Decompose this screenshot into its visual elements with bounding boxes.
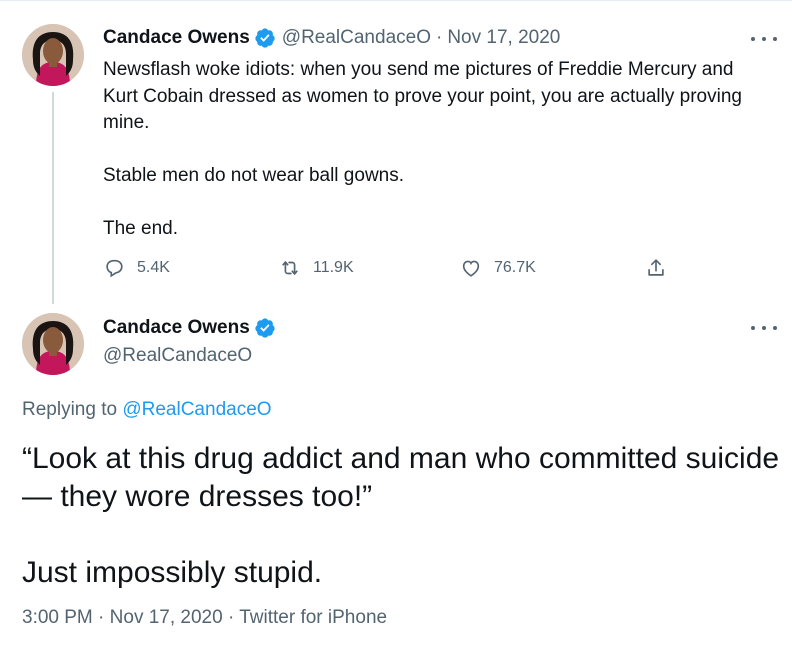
more-options-icon[interactable] <box>751 323 777 333</box>
separator-dot: · <box>98 607 105 628</box>
reply-button[interactable]: 5.4K <box>103 257 170 279</box>
avatar[interactable] <box>22 313 84 375</box>
share-button[interactable] <box>645 257 679 279</box>
tweet-date[interactable]: Nov 17, 2020 <box>447 27 560 49</box>
separator-dot: · <box>435 27 443 48</box>
replying-prefix: Replying to <box>22 399 123 420</box>
like-button[interactable]: 76.7K <box>460 257 536 279</box>
like-count: 76.7K <box>494 259 536 276</box>
more-options-icon[interactable] <box>751 34 777 44</box>
tweet-time[interactable]: 3:00 PM <box>22 607 93 628</box>
reply-count: 5.4K <box>137 259 170 276</box>
author-name[interactable]: Candace Owens <box>103 317 250 339</box>
retweet-button[interactable]: 11.9K <box>279 257 354 279</box>
replying-to-handle-link[interactable]: @RealCandaceO <box>122 399 271 420</box>
reply-icon <box>106 259 123 278</box>
thread-connector-line <box>52 92 54 304</box>
author-handle[interactable]: @RealCandaceO <box>103 345 252 367</box>
retweet-icon <box>282 261 298 275</box>
avatar[interactable] <box>22 24 84 86</box>
avatar-image <box>22 313 84 375</box>
tweet-source[interactable]: Twitter for iPhone <box>239 607 387 628</box>
separator-dot: · <box>227 607 235 628</box>
share-icon <box>648 259 664 276</box>
tweet-header: Candace Owens @RealCandaceO · Nov 17, 20… <box>103 27 560 49</box>
tweet-text: Newsflash woke idiots: when you send me … <box>103 59 742 239</box>
author-name[interactable]: Candace Owens <box>103 27 250 49</box>
tweet-text: “Look at this drug addict and man who co… <box>22 442 780 589</box>
avatar-image <box>22 24 84 86</box>
author-handle[interactable]: @RealCandaceO <box>282 27 431 49</box>
tweet-date[interactable]: Nov 17, 2020 <box>110 607 223 628</box>
like-icon <box>462 260 480 277</box>
tweet-metadata: 3:00 PM · Nov 17, 2020 · Twitter for iPh… <box>22 607 387 629</box>
retweet-count: 11.9K <box>313 259 354 276</box>
top-divider <box>0 0 792 1</box>
tweet-header: Candace Owens <box>103 317 276 339</box>
verified-badge-icon <box>254 317 276 339</box>
verified-badge-icon <box>254 27 276 49</box>
replying-to: Replying to @RealCandaceO <box>22 399 272 421</box>
